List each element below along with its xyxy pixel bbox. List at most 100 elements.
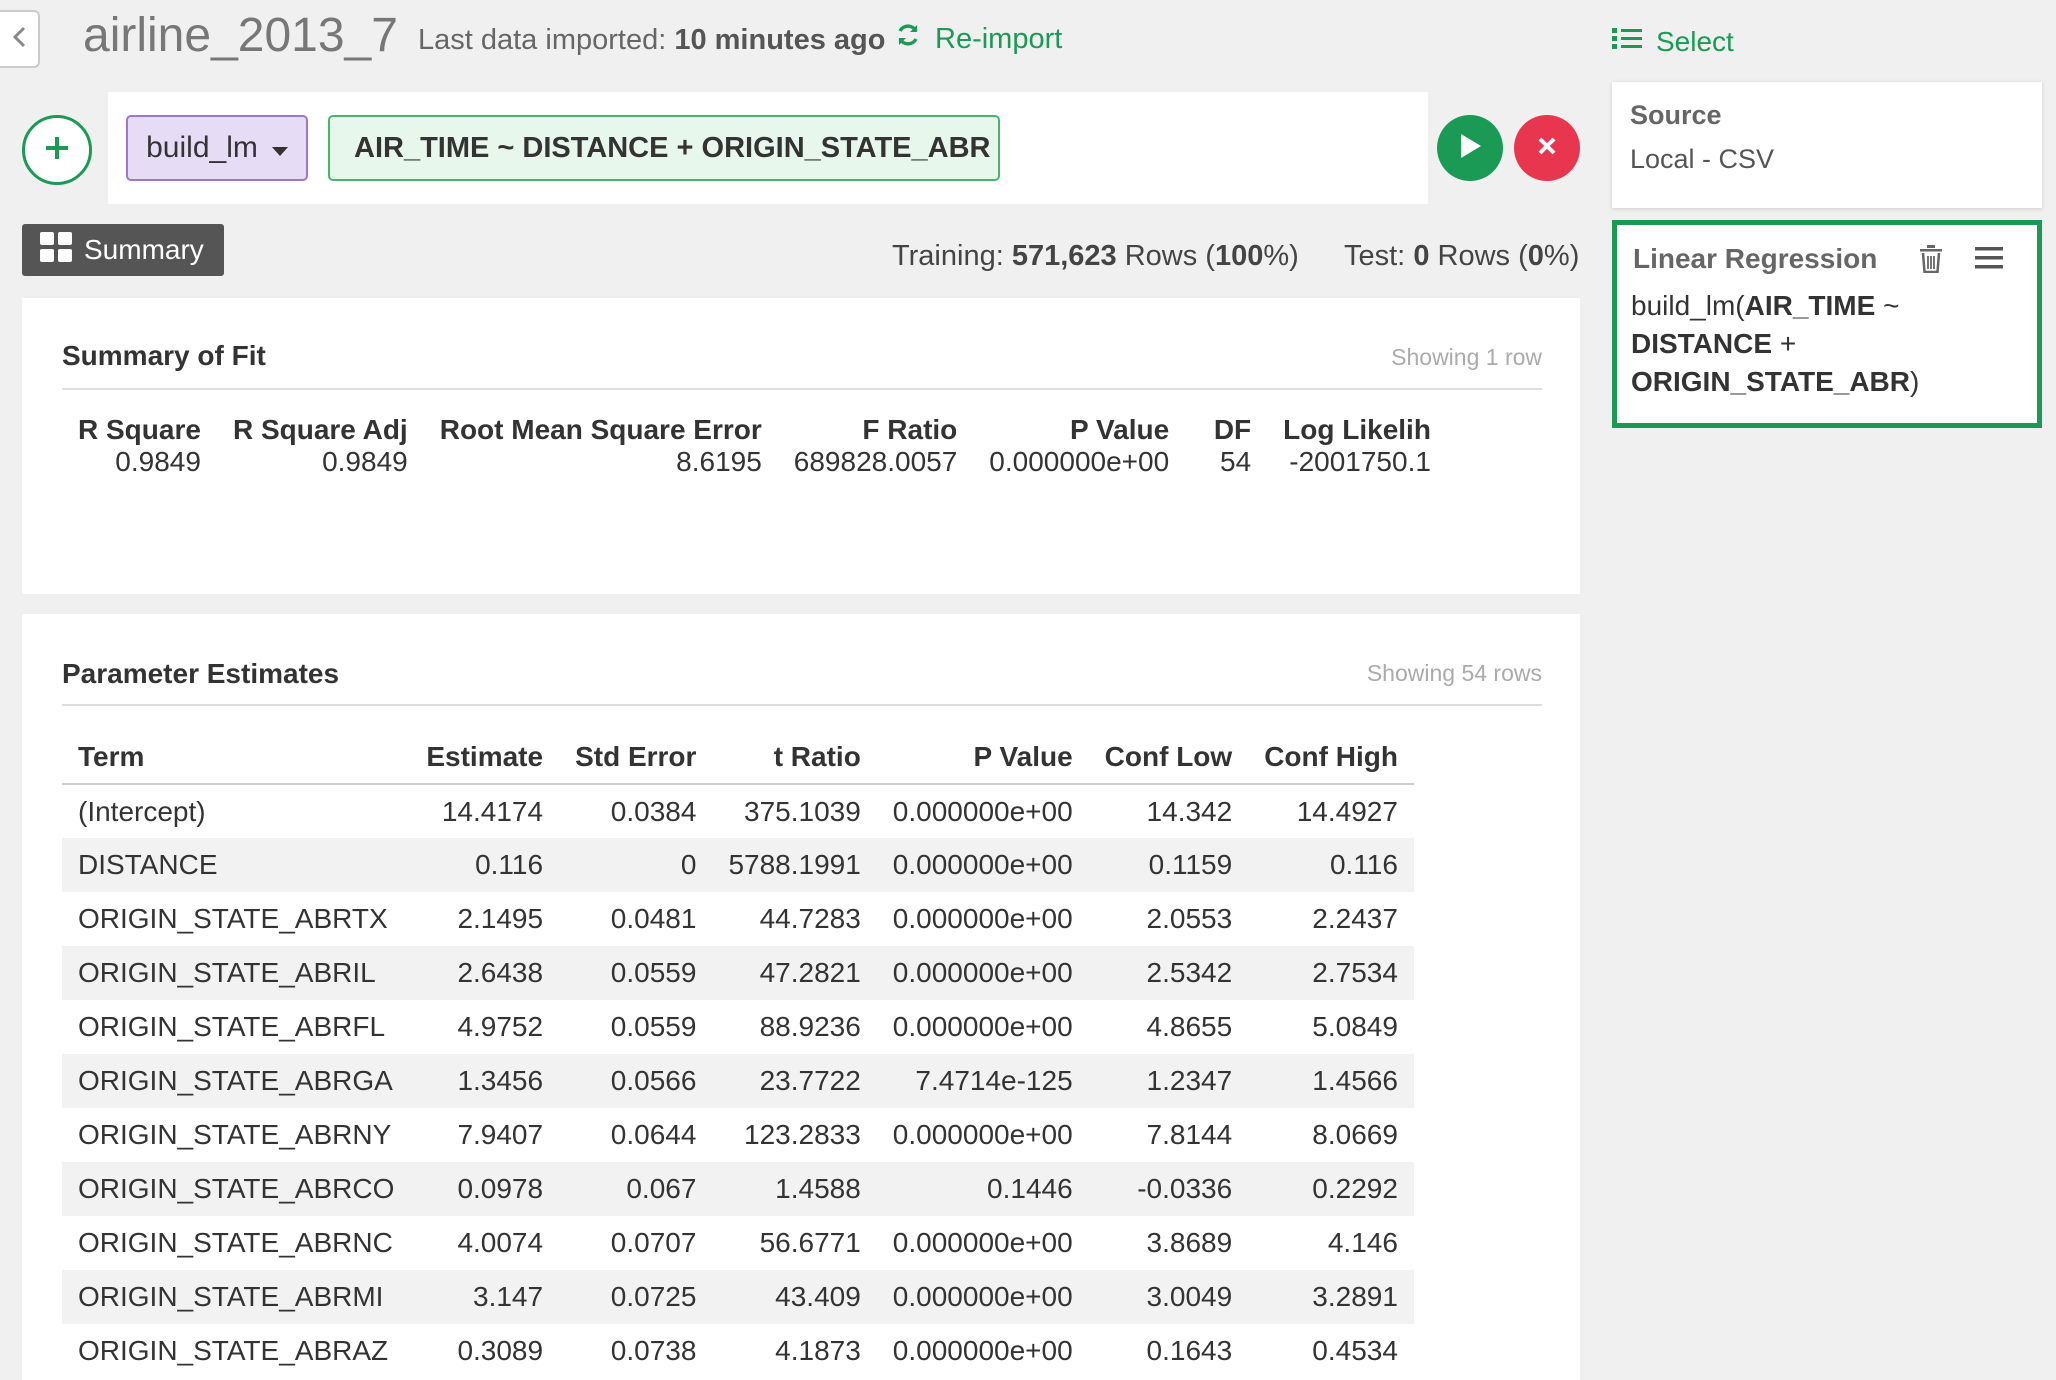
import-status: Last data imported: 10 minutes ago [418, 24, 885, 57]
value-cell: 14.4174 [441, 795, 544, 827]
refresh-icon [895, 22, 921, 56]
value-cell: 0.0707 [610, 1227, 697, 1258]
value-cell: 8.0669 [1312, 1119, 1398, 1150]
value-cell: -0.0336 [1088, 1162, 1249, 1216]
value-cell: 0.116 [410, 838, 560, 892]
table-row: ORIGIN_STATE_ABRGA 1.3456 0.0566 23.7722 7.4… [62, 1054, 1414, 1108]
value-cell: 7.8144 [1146, 1119, 1233, 1150]
pe-column-header[interactable]: t Ratio [712, 730, 877, 785]
add-step-button[interactable] [22, 115, 92, 185]
value-cell: 4.146 [1327, 1227, 1398, 1258]
select-label: Select [1656, 26, 1734, 57]
trash-icon[interactable] [1919, 245, 1943, 278]
value-cell: 5.0849 [1312, 1011, 1398, 1042]
pe-column-header[interactable]: Estimate [410, 730, 560, 785]
play-icon [1458, 133, 1482, 164]
value-cell: 2.7534 [1248, 946, 1414, 1000]
value-cell: 0.0481 [610, 903, 697, 934]
term-cell: ORIGIN_STATE_ABRFL [78, 1011, 386, 1042]
value-cell: 3.0049 [1088, 1270, 1249, 1324]
value-cell: 0.3089 [457, 1335, 544, 1366]
fit-column-header[interactable]: DF [1185, 414, 1267, 446]
parameter-estimates-title: Parameter Estimates [62, 658, 340, 689]
value-cell: 0.000000e+00 [892, 903, 1073, 934]
run-button[interactable] [1437, 115, 1503, 181]
value-cell: 0.067 [559, 1162, 713, 1216]
caret-down-icon [271, 131, 288, 165]
divider [62, 704, 1542, 706]
select-step-button[interactable]: Select [1612, 26, 1734, 58]
table-row: ORIGIN_STATE_ABRTX 2.1495 0.0481 44.7283 0.0… [62, 892, 1414, 946]
fit-cell: 8.6195 [676, 446, 762, 477]
value-cell: 44.7283 [759, 903, 861, 934]
fit-cell: 0.9849 [322, 446, 408, 477]
reimport-button[interactable]: Re-import [895, 22, 1062, 56]
value-cell: 7.4714e-125 [876, 1054, 1089, 1108]
table-row: ORIGIN_STATE_ABRNC 4.0074 0.0707 56.6771 0.0… [62, 1216, 1414, 1270]
value-cell: 4.8655 [1146, 1011, 1233, 1042]
value-cell: 1.2347 [1088, 1054, 1249, 1108]
fit-cell: 0.000000e+00 [989, 446, 1170, 477]
table-row: (Intercept) 14.4174 0.0384 375.1039 0.000000… [62, 784, 1414, 838]
import-time: 10 minutes ago [674, 24, 886, 56]
value-cell: 2.2437 [1312, 903, 1398, 934]
value-cell: 0.0644 [610, 1119, 697, 1150]
function-dropdown[interactable]: build_lm [126, 115, 308, 181]
value-cell: 123.2833 [744, 1119, 861, 1150]
formula-input[interactable]: AIR_TIME ~ DISTANCE + ORIGIN_STATE_ABR [328, 115, 1000, 181]
fit-column-header[interactable]: Root Mean Square Error [424, 414, 778, 446]
value-cell: 0.0725 [559, 1270, 713, 1324]
close-icon [1537, 136, 1557, 161]
term-cell: ORIGIN_STATE_ABRCO [62, 1162, 411, 1216]
value-cell: 0.000000e+00 [892, 1227, 1073, 1258]
value-cell: 0.0566 [559, 1054, 713, 1108]
import-label: Last data imported: [418, 24, 667, 56]
value-cell: 7.9407 [457, 1119, 544, 1150]
value-cell: 4.1873 [775, 1335, 861, 1366]
summary-tab[interactable]: Summary [22, 224, 224, 276]
fit-column-header[interactable]: P Value [973, 414, 1185, 446]
list-icon [1612, 26, 1642, 58]
value-cell: 2.6438 [410, 946, 560, 1000]
fit-column-header[interactable]: R Square [62, 414, 217, 446]
summary-of-fit-row-count: Showing 1 row [1391, 344, 1542, 370]
fit-cell: 54 [1220, 446, 1252, 477]
fit-column-header[interactable]: R Square Adj [217, 414, 424, 446]
value-cell: 56.6771 [759, 1227, 861, 1258]
value-cell: 88.9236 [759, 1011, 861, 1042]
grid-icon [40, 231, 72, 269]
parameter-estimates-row-count: Showing 54 rows [1366, 660, 1542, 686]
step-formula: build_lm(AIR_TIME ~ DISTANCE + ORIGIN_STAT… [1631, 290, 1920, 397]
test-count: Test: 0 Rows (0%) [1344, 240, 1580, 272]
pe-column-header[interactable]: P Value [876, 730, 1089, 785]
pe-column-header[interactable]: Conf High [1248, 730, 1414, 785]
value-cell: 0.0559 [610, 1011, 697, 1042]
table-row: ORIGIN_STATE_ABRFL 4.9752 0.0559 88.9236 0.0… [62, 1000, 1414, 1054]
pe-column-header[interactable]: Conf Low [1088, 730, 1249, 785]
hamburger-icon[interactable] [1975, 247, 2003, 274]
pe-column-header[interactable]: Std Error [559, 730, 713, 785]
table-row: ORIGIN_STATE_ABRNY 7.9407 0.0644 123.2833 0.… [62, 1108, 1414, 1162]
value-cell: 0.0384 [610, 795, 697, 827]
cancel-button[interactable] [1514, 115, 1580, 181]
summary-of-fit-table-wrap: R Square R Square Adj Root Mean Square Err… [62, 414, 1520, 524]
linear-regression-step-card[interactable]: Linear Regression build_lm(AIR_TIME ~ DIS… [1612, 220, 2042, 428]
value-cell: 3.147 [410, 1270, 560, 1324]
value-cell: 23.7722 [712, 1054, 877, 1108]
back-button[interactable] [0, 10, 40, 68]
table-row: DISTANCE 0.116 0 5788.1991 0.000000e+00 0.115… [62, 838, 1414, 892]
value-cell: 375.1039 [744, 795, 861, 827]
value-cell: 0.0738 [610, 1335, 697, 1366]
term-cell: ORIGIN_STATE_ABRAZ [78, 1335, 389, 1366]
value-cell: 2.0553 [1146, 903, 1233, 934]
value-cell: 0.0559 [559, 946, 713, 1000]
parameter-estimates-table: Term Estimate Std Error t Ratio P Value Conf … [62, 730, 1414, 1378]
value-cell: 0.000000e+00 [876, 838, 1089, 892]
fit-column-header[interactable]: F Ratio [778, 414, 974, 446]
value-cell: 4.9752 [457, 1011, 544, 1042]
pe-column-header[interactable]: Term [62, 730, 411, 785]
fit-column-header[interactable]: Log Likelih [1267, 414, 1447, 446]
term-cell: ORIGIN_STATE_ABRIL [62, 946, 411, 1000]
source-title: Source [1630, 100, 1722, 130]
source-step-card[interactable]: Source Local - CSV [1612, 82, 2042, 208]
